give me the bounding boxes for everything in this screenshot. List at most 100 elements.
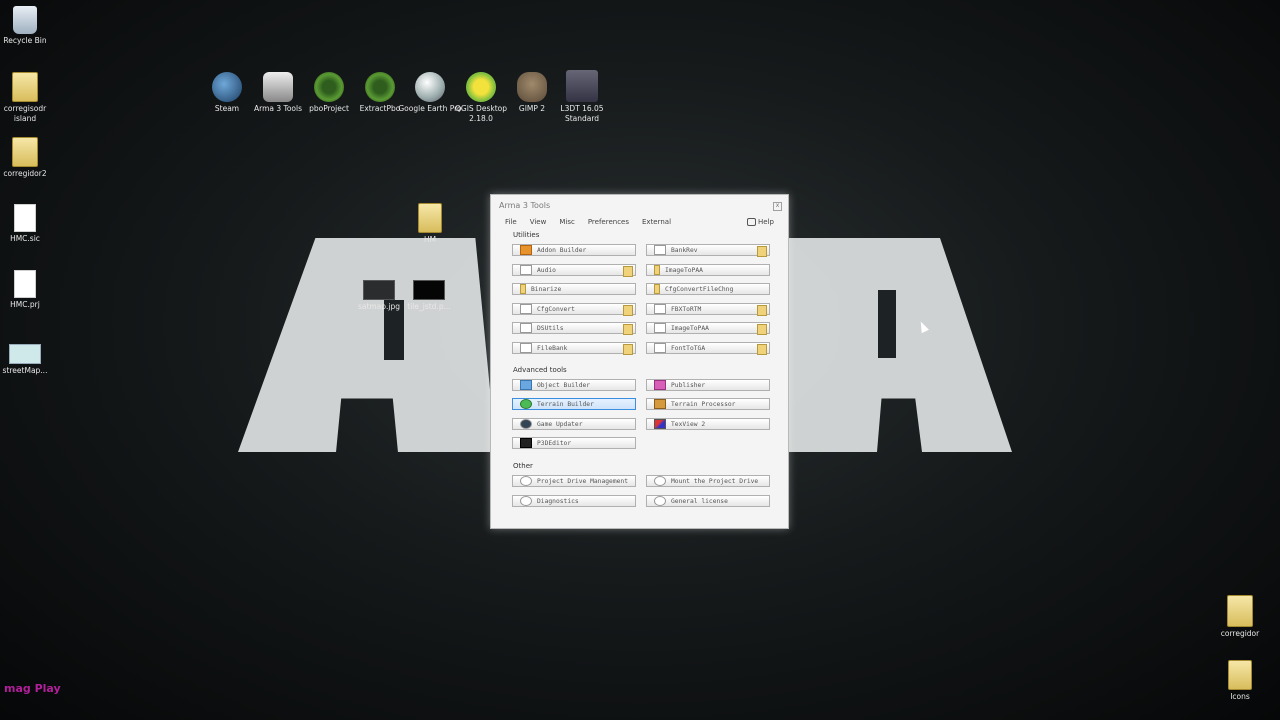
menu-preferences[interactable]: Preferences: [588, 218, 629, 226]
license-icon: [654, 496, 666, 506]
cfgconvert-icon: [520, 304, 532, 314]
arma3-tools-icon: [263, 72, 293, 102]
fbxtortm-icon: [654, 304, 666, 314]
folder-icon: [418, 203, 442, 233]
tool-filebank[interactable]: FileBank: [512, 342, 636, 355]
tool-mount-project-drive[interactable]: Mount the Project Drive: [646, 475, 770, 487]
folder-flag-icon: [623, 266, 633, 277]
tool-binarize[interactable]: Binarize: [512, 283, 636, 295]
folder-flag-icon: [757, 324, 767, 335]
menu-view[interactable]: View: [530, 218, 547, 226]
menu-file[interactable]: File: [505, 218, 517, 226]
steam-icon: [212, 72, 242, 102]
document-icon: [14, 204, 36, 232]
image-icon: [413, 280, 445, 300]
window-titlebar[interactable]: Arma 3 Tools: [491, 195, 788, 215]
desktop-icon-tile[interactable]: tile_jstd.p...: [397, 280, 461, 312]
l3dt-icon: [566, 70, 598, 102]
audio-icon: [520, 265, 532, 275]
game-updater-icon: [520, 419, 532, 429]
menubar: File View Misc Preferences External Help: [491, 215, 788, 229]
desktop-icon-recycle-bin[interactable]: Recycle Bin: [0, 6, 57, 46]
qgis-icon: [466, 72, 496, 102]
folder-icon: [1227, 595, 1253, 627]
desktop-icon-l3dt[interactable]: L3DT 16.05 Standard: [550, 70, 614, 124]
folder-flag-icon: [623, 344, 633, 355]
addon-builder-icon: [520, 245, 532, 255]
wrench-icon: [654, 476, 666, 486]
tool-dsutils[interactable]: DSUtils: [512, 322, 636, 335]
section-advanced-tools: Advanced tools: [513, 366, 567, 374]
tool-imagetopaa-2[interactable]: ImageToPAA: [646, 322, 770, 335]
desktop-icon-corregisodr-island[interactable]: corregisodr island: [0, 72, 57, 124]
folder-flag-icon: [757, 344, 767, 355]
filebank-icon: [520, 343, 532, 353]
recycle-bin-icon: [13, 6, 37, 34]
object-builder-icon: [520, 380, 532, 390]
terrain-processor-icon: [654, 399, 666, 409]
tool-audio[interactable]: Audio: [512, 264, 636, 277]
arma3-tools-window: Arma 3 Tools x File View Misc Preference…: [490, 194, 789, 529]
tool-general-license[interactable]: General license: [646, 495, 770, 507]
p3deditor-icon: [520, 438, 532, 448]
texview-icon: [654, 419, 666, 429]
desktop-icon-hmc-sic[interactable]: HMC.sic: [0, 204, 57, 244]
help-label: Help: [758, 218, 774, 226]
folder-icon: [1228, 660, 1252, 690]
tool-cfgconvertfilechng[interactable]: CfgConvertFileChng: [646, 283, 770, 295]
tool-fbxtortm[interactable]: FBXToRTM: [646, 303, 770, 316]
tool-imagetopaa-1[interactable]: ImageToPAA: [646, 264, 770, 276]
wrench-icon: [520, 476, 532, 486]
desktop-icon-corregidor2[interactable]: corregidor2: [0, 137, 57, 179]
desktop-icon-icons[interactable]: Icons: [1208, 660, 1272, 702]
tool-publisher[interactable]: Publisher: [646, 379, 770, 391]
gear-icon: [314, 72, 344, 102]
folder-icon: [654, 265, 660, 275]
gear-icon: [365, 72, 395, 102]
tool-cfgconvert[interactable]: CfgConvert: [512, 303, 636, 316]
imagetopaa-icon: [654, 323, 666, 333]
tool-addon-builder[interactable]: Addon Builder: [512, 244, 636, 256]
tool-game-updater[interactable]: Game Updater: [512, 418, 636, 430]
image-icon: [363, 280, 395, 300]
terrain-builder-icon: [520, 399, 532, 409]
document-icon: [14, 270, 36, 298]
folder-flag-icon: [623, 305, 633, 316]
desktop-icon-corregidor[interactable]: corregidor: [1208, 595, 1272, 639]
tool-terrain-builder[interactable]: Terrain Builder: [512, 398, 636, 410]
section-other: Other: [513, 462, 533, 470]
tool-fonttotga[interactable]: FontToTGA: [646, 342, 770, 355]
desktop-icon-hm-folder[interactable]: HM: [398, 203, 462, 245]
help-button[interactable]: Help: [747, 218, 774, 226]
folder-flag-icon: [757, 305, 767, 316]
tool-object-builder[interactable]: Object Builder: [512, 379, 636, 391]
bankrev-icon: [654, 245, 666, 255]
tool-bankrev[interactable]: BankRev: [646, 244, 770, 257]
folder-icon: [12, 137, 38, 167]
folder-flag-icon: [757, 246, 767, 257]
tool-diagnostics[interactable]: Diagnostics: [512, 495, 636, 507]
diagnostics-icon: [520, 496, 532, 506]
publisher-icon: [654, 380, 666, 390]
image-icon: [9, 344, 41, 364]
google-earth-icon: [415, 72, 445, 102]
window-title: Arma 3 Tools: [499, 200, 551, 210]
folder-icon: [520, 284, 526, 294]
help-icon: [747, 218, 757, 226]
folder-flag-icon: [623, 324, 633, 335]
tool-p3deditor[interactable]: P3DEditor: [512, 437, 636, 449]
dsutils-icon: [520, 323, 532, 333]
tool-texview2[interactable]: TexView 2: [646, 418, 770, 430]
tool-project-drive-management[interactable]: Project Drive Management: [512, 475, 636, 487]
desktop-icon-streetmap[interactable]: streetMap...: [0, 344, 57, 376]
close-button[interactable]: x: [773, 202, 782, 211]
menu-external[interactable]: External: [642, 218, 671, 226]
menu-misc[interactable]: Misc: [559, 218, 574, 226]
tool-terrain-processor[interactable]: Terrain Processor: [646, 398, 770, 410]
fonttotga-icon: [654, 343, 666, 353]
section-utilities: Utilities: [513, 231, 540, 239]
folder-icon: [654, 284, 660, 294]
gimp-icon: [517, 72, 547, 102]
folder-icon: [12, 72, 38, 102]
desktop-icon-hmc-prj[interactable]: HMC.prj: [0, 270, 57, 310]
